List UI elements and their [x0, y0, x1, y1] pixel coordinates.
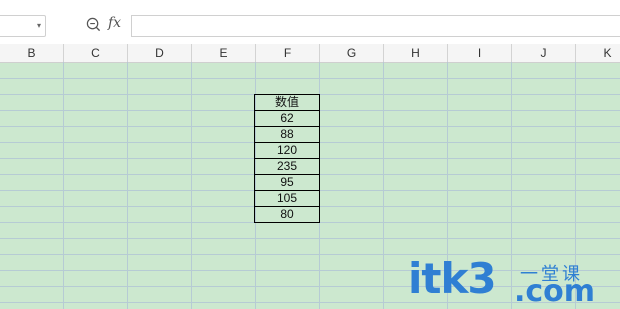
column-header-c[interactable]: C: [64, 44, 128, 62]
gridline-horizontal: [0, 238, 620, 239]
column-header-j[interactable]: J: [512, 44, 576, 62]
table-cell[interactable]: 105: [255, 191, 320, 207]
column-header-i[interactable]: I: [448, 44, 512, 62]
column-header-b[interactable]: B: [0, 44, 64, 62]
watermark-logo: itk3 一堂课 .com: [408, 254, 620, 309]
formula-toolbar: ▾ fx: [0, 0, 620, 45]
column-header-f[interactable]: F: [256, 44, 320, 62]
table-cell[interactable]: 120: [255, 143, 320, 159]
gridline-vertical: [63, 62, 64, 309]
table-header-cell[interactable]: 数值: [255, 95, 320, 111]
name-box[interactable]: ▾: [0, 15, 46, 37]
column-header-h[interactable]: H: [384, 44, 448, 62]
gridline-vertical: [127, 62, 128, 309]
column-header-e[interactable]: E: [192, 44, 256, 62]
column-header-g[interactable]: G: [320, 44, 384, 62]
column-headers: B C D E F G H I J K: [0, 44, 620, 63]
column-header-k[interactable]: K: [576, 44, 620, 62]
data-table: 数值 62 88 120 235 95 105 80: [254, 94, 320, 223]
gridline-vertical: [383, 62, 384, 309]
table-cell[interactable]: 235: [255, 159, 320, 175]
watermark-main-text: itk3: [408, 254, 497, 303]
zoom-icon[interactable]: [86, 17, 101, 32]
table-cell[interactable]: 88: [255, 127, 320, 143]
gridline-horizontal: [0, 78, 620, 79]
table-cell[interactable]: 80: [255, 207, 320, 223]
column-header-d[interactable]: D: [128, 44, 192, 62]
formula-input[interactable]: [131, 15, 620, 37]
fx-icon[interactable]: fx: [108, 15, 121, 31]
watermark-com-text: .com: [514, 274, 596, 309]
table-cell[interactable]: 95: [255, 175, 320, 191]
table-cell[interactable]: 62: [255, 111, 320, 127]
gridline-vertical: [191, 62, 192, 309]
chevron-down-icon[interactable]: ▾: [37, 21, 41, 30]
